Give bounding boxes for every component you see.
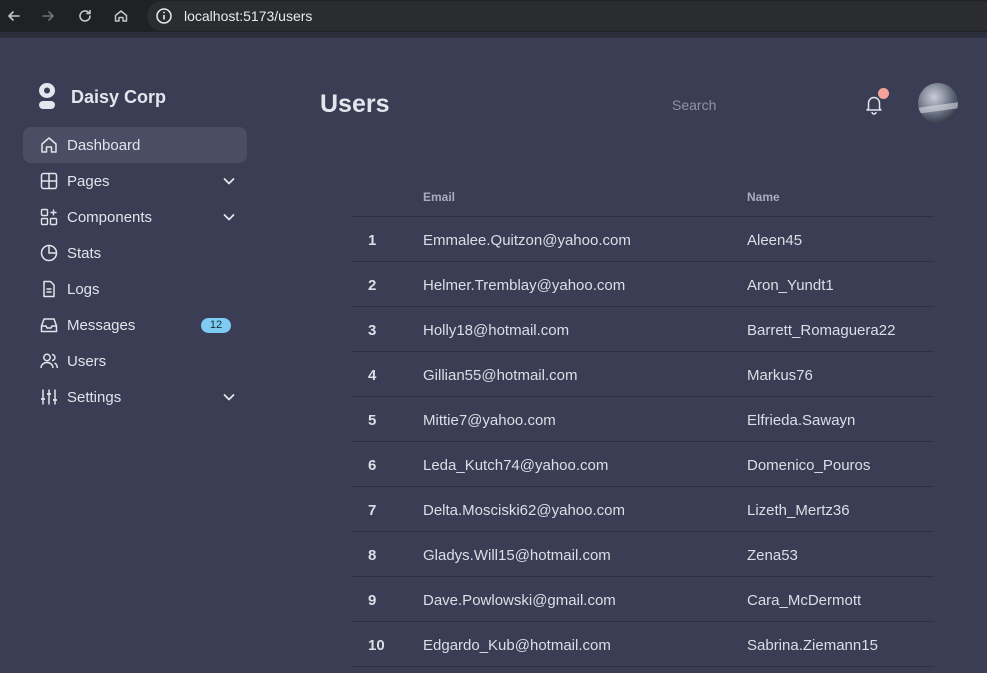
sidebar-item-label: Settings: [67, 388, 122, 406]
forward-button[interactable]: [38, 6, 58, 26]
table-header: Email Name: [352, 180, 934, 217]
page-title: Users: [320, 90, 390, 118]
address-bar[interactable]: localhost:5173/users: [147, 1, 987, 31]
user-name: Aron_Yundt1: [747, 277, 834, 294]
sidebar-menu: Dashboard Pages Components Stats Logs Me…: [23, 127, 247, 415]
logo-icon: [39, 83, 55, 109]
sidebar-item-stats[interactable]: Stats: [23, 235, 247, 271]
row-number: 7: [368, 502, 377, 519]
user-email: Edgardo_Kub@hotmail.com: [423, 637, 611, 654]
column-header-email: Email: [423, 190, 456, 204]
user-email: Delta.Mosciski62@yahoo.com: [423, 502, 625, 519]
sidebar-item-settings[interactable]: Settings: [23, 379, 247, 415]
search-input[interactable]: [660, 92, 820, 118]
table-row[interactable]: 5 Mittie7@yahoo.com Elfrieda.Sawayn: [352, 397, 934, 442]
row-number: 3: [368, 322, 377, 339]
info-icon[interactable]: [155, 7, 173, 25]
row-number: 9: [368, 592, 377, 609]
grid-icon: [39, 171, 59, 191]
row-number: 10: [368, 637, 385, 654]
sidebar-item-users[interactable]: Users: [23, 343, 247, 379]
chevron-down-icon[interactable]: [221, 209, 237, 225]
table-row[interactable]: 6 Leda_Kutch74@yahoo.com Domenico_Pouros: [352, 442, 934, 487]
user-name: Lizeth_Mertz36: [747, 502, 850, 519]
chevron-down-icon[interactable]: [221, 173, 237, 189]
table-row[interactable]: 9 Dave.Powlowski@gmail.com Cara_McDermot…: [352, 577, 934, 622]
sidebar-item-components[interactable]: Components: [23, 199, 247, 235]
table-row[interactable]: 1 Emmalee.Quitzon@yahoo.com Aleen45: [352, 217, 934, 262]
home-icon: [114, 10, 128, 22]
user-name: Domenico_Pouros: [747, 457, 871, 474]
user-email: Mittie7@yahoo.com: [423, 412, 556, 429]
sidebar-item-messages[interactable]: Messages 12: [23, 307, 247, 343]
reload-button[interactable]: [75, 6, 95, 26]
message-count-badge: 12: [201, 318, 231, 333]
users-icon: [39, 351, 59, 371]
back-button[interactable]: [4, 6, 24, 26]
sliders-icon: [39, 387, 59, 407]
user-name: Zena53: [747, 547, 798, 564]
user-email: Gillian55@hotmail.com: [423, 367, 578, 384]
arrow-left-icon: [8, 11, 20, 21]
column-header-name: Name: [747, 190, 780, 204]
home-icon: [39, 135, 59, 155]
row-number: 8: [368, 547, 377, 564]
user-name: Markus76: [747, 367, 813, 384]
sidebar-item-label: Logs: [67, 280, 100, 298]
users-table: Email Name 1 Emmalee.Quitzon@yahoo.com A…: [352, 180, 934, 667]
row-number: 5: [368, 412, 377, 429]
sidebar-item-label: Users: [67, 352, 107, 370]
chevron-down-icon[interactable]: [221, 389, 237, 405]
sidebar-item-dashboard[interactable]: Dashboard: [23, 127, 247, 163]
sidebar-item-label: Dashboard: [67, 136, 141, 154]
user-name: Elfrieda.Sawayn: [747, 412, 856, 429]
inbox-icon: [39, 315, 59, 335]
user-email: Gladys.Will15@hotmail.com: [423, 547, 611, 564]
avatar[interactable]: [918, 83, 958, 123]
table-row[interactable]: 2 Helmer.Tremblay@yahoo.com Aron_Yundt1: [352, 262, 934, 307]
row-number: 1: [368, 232, 377, 249]
brand-name: Daisy Corp: [71, 87, 167, 107]
user-name: Aleen45: [747, 232, 803, 249]
user-name: Sabrina.Ziemann15: [747, 637, 878, 654]
sidebar-item-label: Messages: [67, 316, 136, 334]
sidebar: Daisy Corp Dashboard Pages Components St…: [0, 38, 270, 673]
reload-icon: [79, 9, 91, 22]
notification-dot: [878, 88, 889, 99]
components-icon: [39, 207, 59, 227]
row-number: 2: [368, 277, 377, 294]
sidebar-item-pages[interactable]: Pages: [23, 163, 247, 199]
sidebar-item-label: Components: [67, 208, 153, 226]
browser-toolbar: localhost:5173/users: [0, 0, 987, 32]
table-row[interactable]: 7 Delta.Mosciski62@yahoo.com Lizeth_Mert…: [352, 487, 934, 532]
url-text[interactable]: localhost:5173/users: [184, 8, 312, 24]
sidebar-item-label: Stats: [67, 244, 102, 262]
home-button[interactable]: [111, 6, 131, 26]
row-number: 4: [368, 367, 377, 384]
sidebar-item-logs[interactable]: Logs: [23, 271, 247, 307]
arrow-right-icon: [42, 11, 54, 21]
user-email: Helmer.Tremblay@yahoo.com: [423, 277, 626, 294]
row-number: 6: [368, 457, 377, 474]
table-row[interactable]: 3 Holly18@hotmail.com Barrett_Romaguera2…: [352, 307, 934, 352]
pie-chart-icon: [39, 243, 59, 263]
sidebar-item-label: Pages: [67, 172, 110, 190]
user-email: Emmalee.Quitzon@yahoo.com: [423, 232, 631, 249]
user-name: Cara_McDermott: [747, 592, 862, 609]
table-row[interactable]: 10 Edgardo_Kub@hotmail.com Sabrina.Ziema…: [352, 622, 934, 667]
brand[interactable]: Daisy Corp: [37, 82, 166, 110]
table-row[interactable]: 8 Gladys.Will15@hotmail.com Zena53: [352, 532, 934, 577]
user-name: Barrett_Romaguera22: [747, 322, 896, 339]
user-email: Leda_Kutch74@yahoo.com: [423, 457, 609, 474]
user-email: Dave.Powlowski@gmail.com: [423, 592, 616, 609]
user-email: Holly18@hotmail.com: [423, 322, 570, 339]
document-icon: [39, 279, 59, 299]
table-row[interactable]: 4 Gillian55@hotmail.com Markus76: [352, 352, 934, 397]
